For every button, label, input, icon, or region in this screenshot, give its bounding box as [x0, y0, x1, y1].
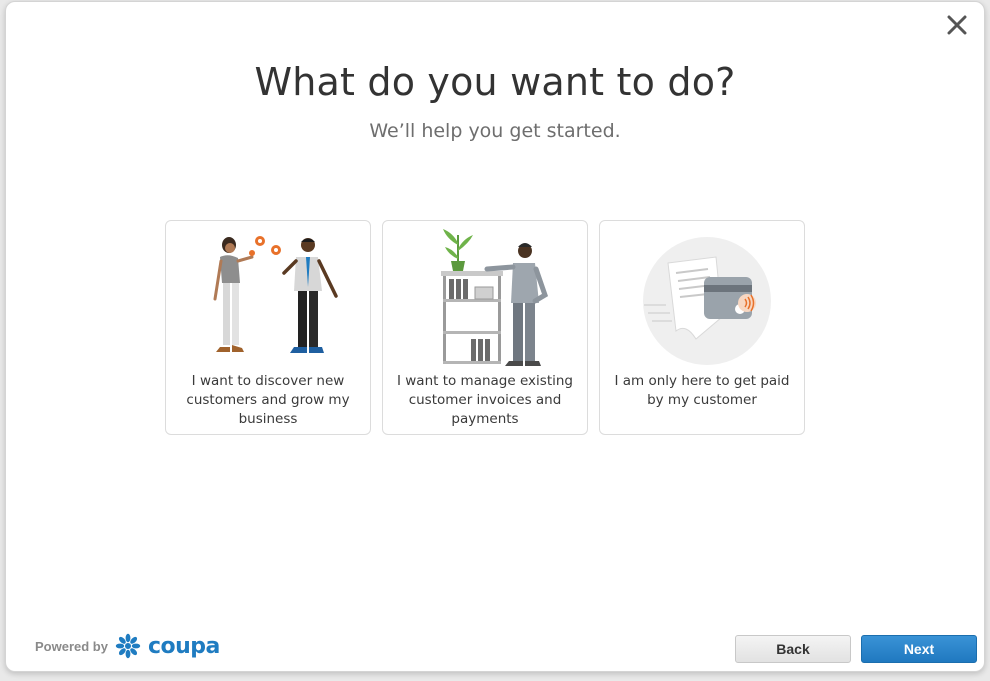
option-label: I want to discover new customers and gro…	[186, 373, 350, 427]
receipt-credit-card-illustration	[643, 237, 771, 365]
powered-by-brand: Powered by coupa	[35, 632, 220, 660]
wizard-dialog: What do you want to do? We’ll help you g…	[5, 1, 985, 672]
close-icon	[947, 15, 967, 35]
option-card-manage-invoices[interactable]: I want to manage existing customer invoi…	[382, 220, 588, 435]
brand-logo-text: coupa	[147, 633, 220, 659]
option-card-discover-customers[interactable]: I want to discover new customers and gro…	[165, 220, 371, 435]
person-shelf-plant-illustration	[441, 229, 549, 366]
business-people-gears-illustration	[213, 236, 338, 353]
option-card-get-paid[interactable]: I am only here to get paid by my custome…	[599, 220, 805, 435]
page-title: What do you want to do?	[254, 60, 736, 104]
option-label: I am only here to get paid by my custome…	[614, 373, 790, 408]
option-label: I want to manage existing customer invoi…	[396, 373, 573, 427]
options-list: I want to discover new customers and gro…	[165, 220, 805, 435]
close-button[interactable]	[944, 12, 970, 38]
next-button[interactable]: Next	[861, 635, 977, 663]
back-button[interactable]: Back	[735, 635, 851, 663]
coupa-snowflake-icon	[115, 633, 141, 659]
powered-by-text: Powered by	[35, 638, 108, 654]
page-subtitle: We’ll help you get started.	[369, 120, 621, 142]
